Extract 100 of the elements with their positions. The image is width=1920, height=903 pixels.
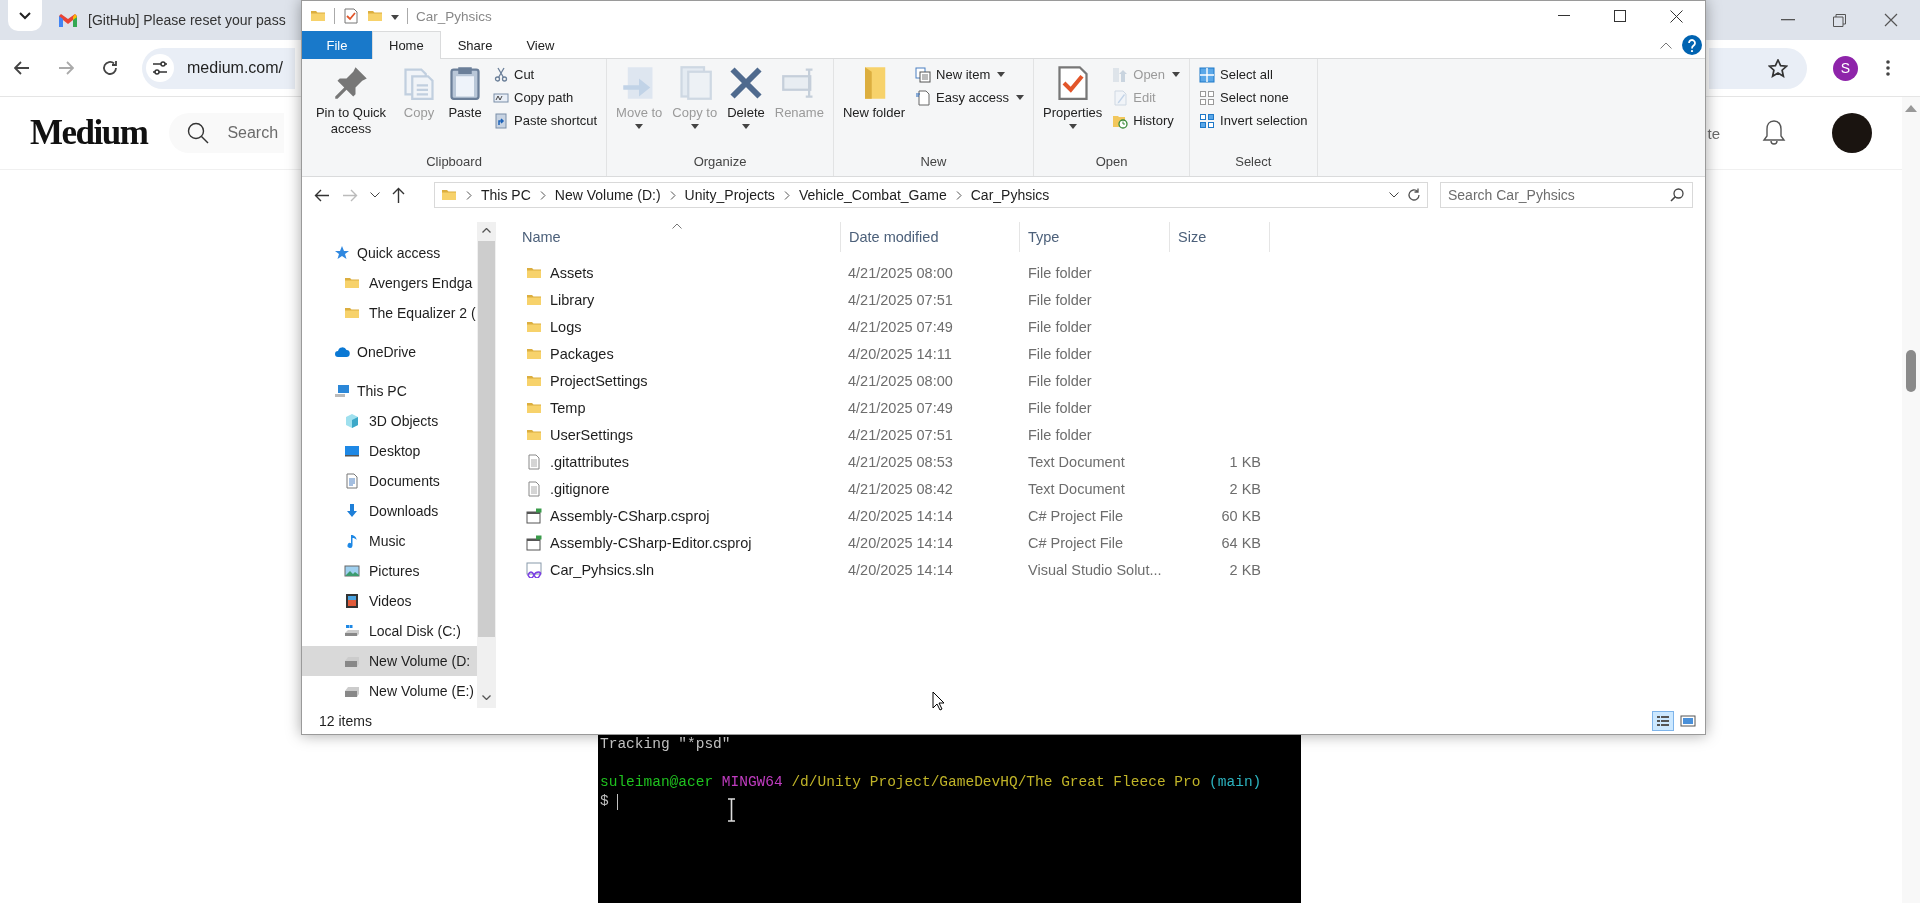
shortcut-icon [493,112,509,129]
ribbon-button[interactable]: Cut [490,63,601,86]
scrollbar-thumb[interactable] [1906,350,1916,392]
search-field[interactable]: Search Car_Pyhsics [1440,182,1693,208]
profile-button[interactable]: S [1833,55,1858,81]
menu-icon[interactable] [1886,60,1890,76]
file-name[interactable]: Library [550,291,595,308]
minimize-icon[interactable] [1558,15,1570,17]
group-label: Organize [692,153,748,171]
close-icon[interactable] [1670,9,1683,23]
file-name[interactable]: Assembly-CSharp-Editor.csproj [550,534,752,551]
scroll-down-icon[interactable] [482,695,491,700]
ribbon-tab[interactable]: File [302,31,372,59]
ribbon-tab[interactable]: Share [440,31,510,59]
ribbon-button[interactable]: Invert selection [1196,109,1311,132]
nav-item[interactable]: OneDrive [302,337,477,367]
reload-icon[interactable] [102,60,118,76]
write-link[interactable]: te [1707,124,1720,142]
address-bar[interactable]: This PC New Volume (D:) Unity_Projects Vehicle_Combat_Game Car_Pyhsics [434,182,1428,208]
chevron-down-icon[interactable] [1389,192,1399,198]
folder-icon [367,8,383,24]
maximize-icon[interactable] [1614,10,1626,22]
clipboard-icon [447,65,483,101]
column-header[interactable]: Size [1170,222,1270,252]
nav-item[interactable]: Pictures [302,556,477,586]
terminal-text: MINGW64 [721,773,783,792]
back-icon[interactable] [14,61,30,75]
scroll-up-icon[interactable] [482,228,491,233]
collapse-icon[interactable] [1660,41,1672,49]
nav-item[interactable]: Desktop [302,436,477,466]
date-cell: 4/21/2025 08:42 [848,480,953,497]
nav-item[interactable]: New Volume (D: [302,646,477,676]
file-name[interactable]: .gitattributes [550,453,629,470]
download-icon [344,503,360,519]
ribbon-button[interactable]: Paste shortcut [490,109,601,132]
ribbon-button[interactable]: Paste [444,63,486,123]
address-bar[interactable]: medium.com/ [142,47,295,89]
ribbon-button[interactable]: Select all [1196,63,1311,86]
nav-item[interactable]: Music [302,526,477,556]
bookmark-star-icon[interactable] [1768,58,1788,78]
breadcrumb[interactable]: Unity_Projects [684,187,775,203]
ribbon-tab[interactable]: Home [372,31,441,59]
open-icon [1112,66,1129,83]
ribbon-tab[interactable]: View [509,31,572,59]
column-header[interactable]: Type [1020,222,1170,252]
file-name[interactable]: .gitignore [550,480,610,497]
chevron-down-icon[interactable] [370,192,380,198]
back-icon[interactable] [314,188,330,202]
file-name[interactable]: Assets [550,264,594,281]
column-header[interactable]: Name [496,222,840,252]
refresh-icon[interactable] [1407,188,1421,202]
nav-item[interactable]: New Volume (E:) [302,676,477,706]
bell-icon[interactable] [1762,120,1786,146]
column-header[interactable]: Date modified [840,222,1020,252]
breadcrumb[interactable]: Car_Pyhsics [970,187,1050,203]
search-field[interactable]: Search [169,113,285,153]
nav-item[interactable]: This PC [302,376,477,406]
tab-search-button[interactable] [8,0,42,31]
ribbon-button[interactable]: Easy access [912,86,1027,109]
type-cell: File folder [1028,291,1092,308]
file-name[interactable]: Car_Pyhsics.sln [550,561,654,578]
file-name[interactable]: Logs [550,318,582,335]
up-arrow-icon[interactable] [392,187,405,203]
view-button[interactable] [1652,711,1674,731]
nav-item[interactable]: Documents [302,466,477,496]
grid-icon [1199,112,1216,129]
folder-icon [441,187,457,203]
file-name[interactable]: ProjectSettings [550,372,648,389]
ribbon-button[interactable]: Select none [1196,86,1311,109]
ribbon-button[interactable]: New item [912,63,1027,86]
help-icon[interactable] [1682,35,1702,55]
nav-item[interactable]: Avengers Endga [302,268,477,298]
close-icon[interactable] [1884,13,1898,27]
nav-item[interactable]: The Equalizer 2 ( [302,298,477,328]
file-name[interactable]: Assembly-CSharp.csproj [550,507,710,524]
site-logo[interactable]: Medium [30,113,148,153]
breadcrumb[interactable]: Vehicle_Combat_Game [798,187,947,203]
address-bar-end[interactable] [1709,47,1807,89]
browser-tab[interactable]: [GitHub] Please reset your pass [88,12,286,28]
ribbon-button[interactable]: Properties [1040,63,1106,131]
restore-icon[interactable] [1833,13,1846,27]
nav-item[interactable]: Local Disk (C:) [302,616,477,646]
ribbon-button[interactable]: Delete [724,63,768,131]
ribbon-button[interactable]: Pin to Quick access [308,63,394,139]
file-name[interactable]: UserSettings [550,426,633,443]
scrollbar-thumb[interactable] [478,241,495,637]
avatar[interactable] [1832,113,1872,153]
nav-item[interactable]: Downloads [302,496,477,526]
breadcrumb[interactable]: New Volume (D:) [554,187,661,203]
file-name[interactable]: Packages [550,345,614,362]
nav-item[interactable]: 3D Objects [302,406,477,436]
breadcrumb[interactable]: This PC [481,187,531,203]
ribbon-button[interactable]: Copy path [490,86,601,109]
ribbon-button[interactable]: New folder [839,63,909,123]
file-name[interactable]: Temp [550,399,586,416]
ribbon-button[interactable]: History [1109,109,1184,132]
type-cell: C# Project File [1028,507,1124,524]
nav-item[interactable]: Videos [302,586,477,616]
type-cell: C# Project File [1028,534,1124,551]
nav-item[interactable]: Quick access [302,238,477,268]
